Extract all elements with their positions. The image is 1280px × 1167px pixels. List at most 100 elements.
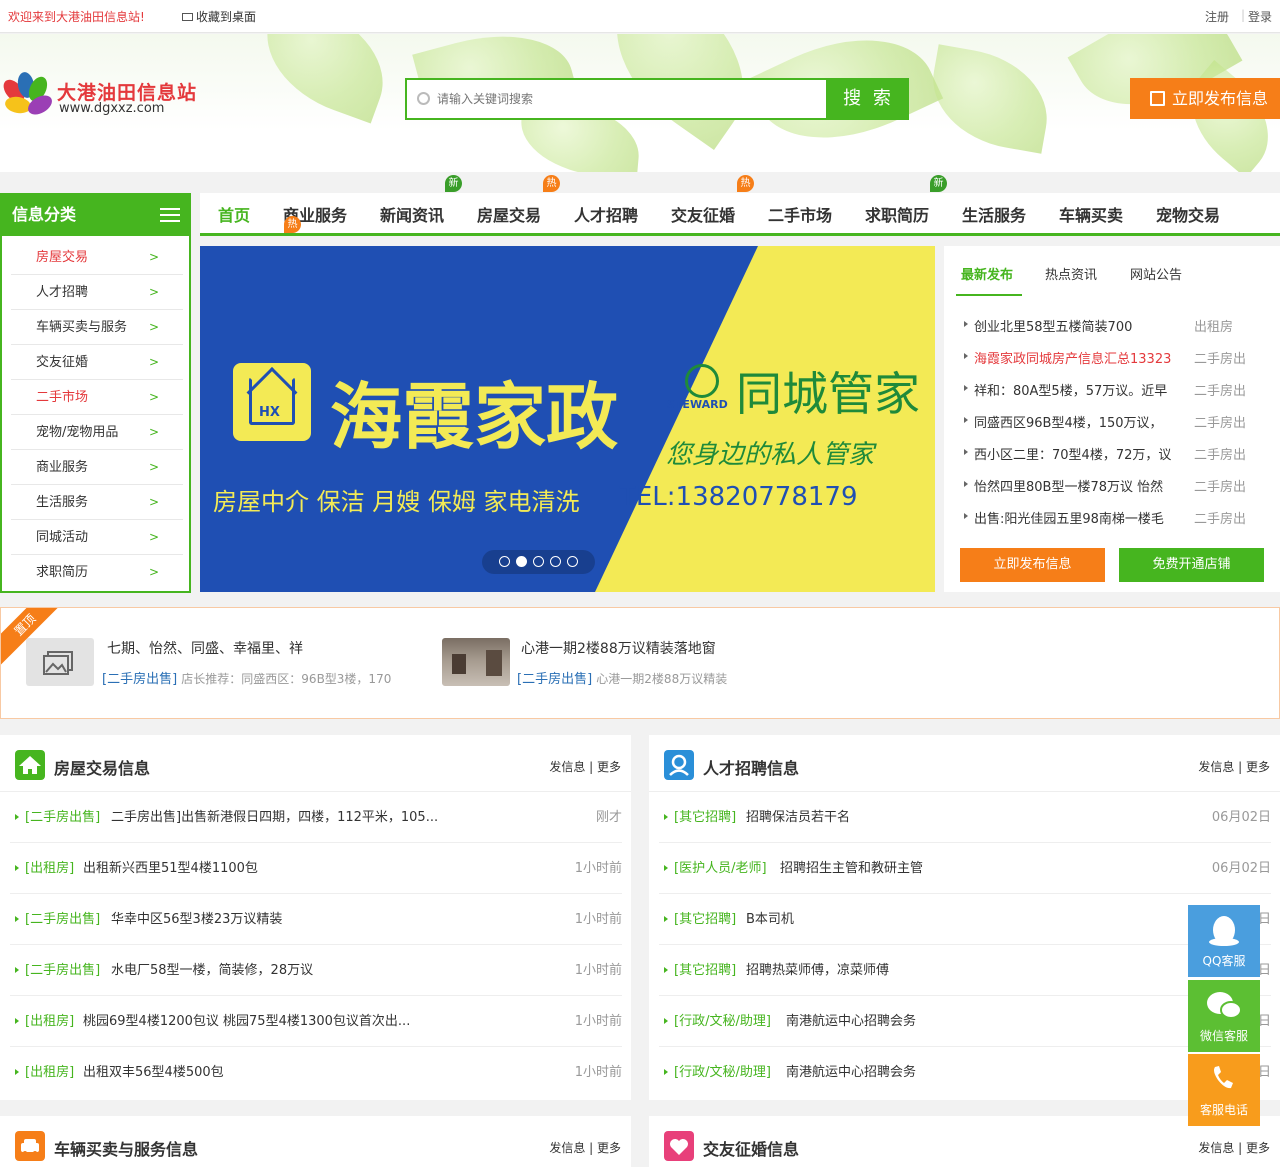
ad-thumbnail[interactable] bbox=[442, 638, 510, 686]
bullet-icon bbox=[964, 385, 968, 391]
bullet-icon bbox=[964, 417, 968, 423]
carousel-dot-active[interactable] bbox=[516, 556, 527, 567]
list-item-text: 二手房出售]出售新港假日四期，四楼，112平米，105... bbox=[111, 810, 439, 825]
new-badge: 新 bbox=[445, 175, 462, 192]
list-item-tag: [出租房] bbox=[25, 1014, 75, 1029]
list-item[interactable]: [其它招聘]招聘热菜师傅，凉菜师傅06月02日 bbox=[659, 945, 1271, 996]
nav-cars[interactable]: 车辆买卖 bbox=[1059, 202, 1123, 226]
category-item-business[interactable]: 商业服务 > bbox=[11, 450, 183, 485]
nav-home[interactable]: 首页 bbox=[218, 202, 250, 226]
latest-item-title: 海霞家政同城房产信息汇总13323 bbox=[974, 352, 1172, 367]
list-item[interactable]: [出租房] 出租新兴西里51型4楼1100包 1小时前 bbox=[10, 843, 622, 894]
section-title: 房屋交易信息 bbox=[54, 759, 151, 778]
section-more-link[interactable]: 发信息 | 更多 bbox=[549, 758, 621, 775]
tab-latest[interactable]: 最新发布 bbox=[961, 264, 1013, 283]
latest-item-category: 出租房 bbox=[1194, 320, 1234, 335]
nav-resume[interactable]: 求职简历 bbox=[865, 202, 929, 226]
category-item-house[interactable]: 房屋交易 > bbox=[11, 240, 183, 275]
main-nav: 首页 商业服务 热 新闻资讯 新 房屋交易 热 人才招聘 交友征婚 热 二手市场… bbox=[200, 175, 1280, 236]
qq-service-button[interactable]: QQ客服 bbox=[1188, 905, 1260, 977]
site-logo[interactable]: 大港油田信息站 www.dgxxz.com bbox=[0, 68, 202, 122]
list-item[interactable]: [医护人员/老师] 招聘招生主管和教研主管 06月02日 bbox=[659, 843, 1271, 894]
banner-carousel[interactable]: HX 海霞家政 房屋中介 保洁 月嫂 保姆 家电清洗 STEWARD 同城管家 … bbox=[200, 246, 935, 592]
category-header[interactable]: 信息分类 bbox=[0, 193, 191, 236]
list-item[interactable]: [其它招聘] 招聘保洁员若干名 06月02日 bbox=[659, 792, 1271, 843]
chevron-right-icon: > bbox=[148, 390, 159, 404]
publish-info-button[interactable]: 立即发布信息 bbox=[960, 548, 1105, 582]
search-input[interactable] bbox=[437, 88, 817, 110]
list-item[interactable]: [行政/文秘/助理]南港航运中心招聘会务06月02日 bbox=[659, 1047, 1271, 1098]
ad-tag: [二手房出售] bbox=[102, 672, 178, 687]
category-item-life[interactable]: 生活服务 > bbox=[11, 485, 183, 520]
list-item[interactable]: [行政/文秘/助理]南港航运中心招聘会务06月02日 bbox=[659, 996, 1271, 1047]
tab-announcements[interactable]: 网站公告 bbox=[1130, 264, 1182, 283]
open-shop-button[interactable]: 免费开通店铺 bbox=[1119, 548, 1264, 582]
category-item-resume[interactable]: 求职简历 > bbox=[11, 555, 183, 590]
hot-badge: 热 bbox=[737, 175, 754, 192]
latest-item-title: 出售:阳光佳园五里98南梯一楼毛 bbox=[974, 512, 1164, 527]
list-item-tag: [二手房出售] bbox=[25, 912, 101, 927]
register-link[interactable]: 注册 bbox=[1205, 8, 1229, 25]
wechat-service-button[interactable]: 微信客服 bbox=[1188, 980, 1260, 1052]
nav-pets[interactable]: 宠物交易 bbox=[1156, 202, 1220, 226]
carousel-dot[interactable] bbox=[550, 556, 561, 567]
latest-item-category: 二手房出 bbox=[1194, 480, 1247, 495]
category-item-dating[interactable]: 交友征婚 > bbox=[11, 345, 183, 380]
carousel-dot[interactable] bbox=[499, 556, 510, 567]
leaf-decoration bbox=[248, 34, 402, 124]
bullet-icon bbox=[664, 865, 668, 871]
category-item-pets[interactable]: 宠物/宠物用品 > bbox=[11, 415, 183, 450]
section-header: 人才招聘信息 发信息 | 更多 bbox=[649, 735, 1280, 792]
phone-service-button[interactable]: 客服电话 bbox=[1188, 1054, 1260, 1126]
list-item-text: 出租双丰56型4楼500包 bbox=[83, 1065, 224, 1080]
qq-service-label: QQ客服 bbox=[1202, 954, 1246, 968]
nav-dating[interactable]: 交友征婚 bbox=[671, 202, 735, 226]
latest-item-title: 同盛西区96B型4楼，150万议， bbox=[974, 416, 1163, 431]
list-item-time: 刚才 bbox=[595, 810, 622, 825]
list-item[interactable]: [二手房出售] 二手房出售]出售新港假日四期，四楼，112平米，105... 刚才 bbox=[10, 792, 622, 843]
category-item-jobs[interactable]: 人才招聘 > bbox=[11, 275, 183, 310]
nav-news[interactable]: 新闻资讯 bbox=[380, 202, 444, 226]
favorite-link[interactable]: 收藏到桌面 bbox=[182, 8, 256, 25]
login-link[interactable]: 登录 bbox=[1248, 8, 1272, 25]
search-button[interactable]: 搜 索 bbox=[828, 78, 909, 120]
list-item-time: 1小时前 bbox=[574, 1014, 622, 1029]
tab-hot-news[interactable]: 热点资讯 bbox=[1045, 264, 1097, 283]
nav-house[interactable]: 房屋交易 bbox=[477, 202, 541, 226]
banner-steward-logo: STEWARD bbox=[667, 364, 735, 411]
list-item[interactable]: [出租房] 出租双丰56型4楼500包 1小时前 bbox=[10, 1047, 622, 1098]
list-item[interactable]: [出租房] 桃园69型4楼1200包议 桃园75型4楼1300包议首次出... 1小… bbox=[10, 996, 622, 1047]
section-more-link[interactable]: 发信息 | 更多 bbox=[549, 1139, 621, 1156]
section-more-link[interactable]: 发信息 | 更多 bbox=[1198, 1139, 1270, 1156]
category-item-secondhand[interactable]: 二手市场 > bbox=[11, 380, 183, 415]
section-more-link[interactable]: 发信息 | 更多 bbox=[1198, 758, 1270, 775]
list-item[interactable]: [其它招聘]B本司机06月02日 bbox=[659, 894, 1271, 945]
ad-title[interactable]: 心港一期2楼88万议精装落地窗 bbox=[521, 638, 716, 658]
ad-title[interactable]: 七期、怡然、同盛、幸福里、祥 bbox=[107, 638, 303, 658]
list-item-text: 招聘招生主管和教研主管 bbox=[780, 861, 924, 876]
list-item[interactable]: [二手房出售] 华幸中区56型3楼23万议精装 1小时前 bbox=[10, 894, 622, 945]
ad-subtitle[interactable]: [二手房出售] 心港一期2楼88万议精装 bbox=[517, 668, 837, 687]
bullet-icon bbox=[664, 814, 668, 820]
topbar-separator: | bbox=[1241, 8, 1246, 22]
category-item-events[interactable]: 同城活动 > bbox=[11, 520, 183, 555]
bullet-icon bbox=[15, 1018, 19, 1024]
carousel-dot[interactable] bbox=[533, 556, 544, 567]
photo-detail bbox=[486, 650, 502, 676]
publish-button-label: 立即发布信息 bbox=[1172, 89, 1269, 108]
bullet-icon bbox=[664, 916, 668, 922]
ad-subtitle[interactable]: [二手房出售] 店长推荐：同盛西区：96B型3楼，170 bbox=[102, 668, 427, 687]
chevron-right-icon: > bbox=[148, 285, 159, 299]
bullet-icon bbox=[15, 967, 19, 973]
nav-life[interactable]: 生活服务 bbox=[962, 202, 1026, 226]
menu-icon bbox=[160, 208, 180, 222]
ad-thumbnail[interactable] bbox=[26, 638, 94, 686]
list-item[interactable]: [二手房出售] 水电厂58型一楼，简装修，28万议 1小时前 bbox=[10, 945, 622, 996]
carousel-dots bbox=[482, 550, 595, 574]
nav-secondhand[interactable]: 二手市场 bbox=[768, 202, 832, 226]
carousel-dot[interactable] bbox=[567, 556, 578, 567]
publish-button[interactable]: 立即发布信息 bbox=[1130, 78, 1280, 119]
nav-jobs[interactable]: 人才招聘 bbox=[574, 202, 638, 226]
category-item-cars[interactable]: 车辆买卖与服务 > bbox=[11, 310, 183, 345]
bullet-icon bbox=[15, 865, 19, 871]
